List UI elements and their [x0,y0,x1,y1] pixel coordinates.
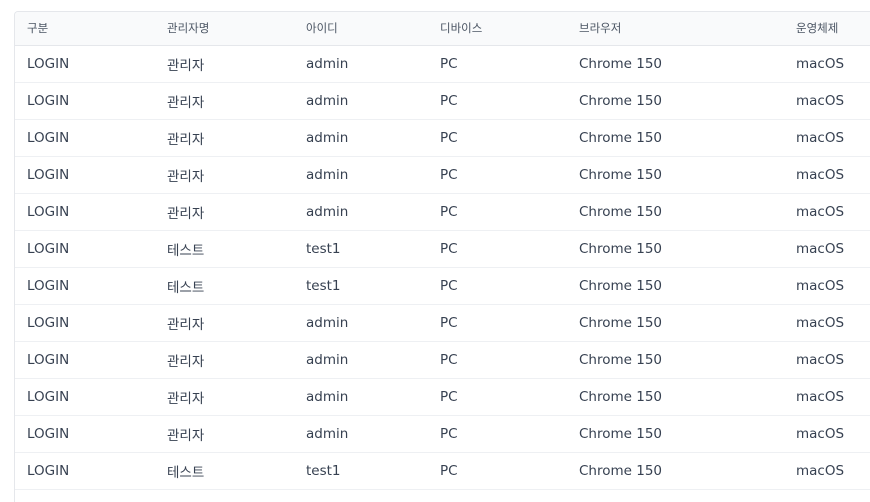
cell-user-id: admin [294,341,428,379]
cell-type: LOGIN [15,193,155,231]
cell-type: LOGIN [15,452,155,490]
cell-browser: Chrome 150 [567,378,784,416]
cell-admin-name: 관리자 [155,82,294,120]
cell-admin-name: 관리자 [155,304,294,342]
cell-type: LOGIN [15,378,155,416]
cell-browser: Chrome 150 [567,452,784,490]
cell-os: macOS [784,156,870,194]
table-row[interactable]: LOGIN 관리자 admin PC Chrome 150 macOS [15,82,870,120]
table-row[interactable]: LOGIN 관리자 admin PC Chrome 150 macOS [15,156,870,194]
cell-user-id: admin [294,193,428,231]
cell-user-id: test1 [294,452,428,490]
cell-device: PC [428,156,567,194]
cell-device: PC [428,452,567,490]
column-header-admin-name: 관리자명 [155,12,294,46]
cell-type: LOGIN [15,45,155,83]
cell-type: LOGIN [15,82,155,120]
cell-device: PC [428,304,567,342]
cell-admin-name: 관리자 [155,119,294,157]
login-history-table: 구분 관리자명 아이디 디바이스 브라우저 운영체제 LOGIN 관리자 admin… [15,12,870,490]
cell-type: LOGIN [15,341,155,379]
table-row[interactable]: LOGIN 관리자 admin PC Chrome 150 macOS [15,341,870,379]
cell-admin-name: 관리자 [155,341,294,379]
cell-browser: Chrome 150 [567,45,784,83]
cell-browser: Chrome 150 [567,82,784,120]
cell-admin-name: 관리자 [155,156,294,194]
cell-os: macOS [784,378,870,416]
column-header-type: 구분 [15,12,155,46]
cell-type: LOGIN [15,230,155,268]
cell-os: macOS [784,304,870,342]
cell-os: macOS [784,119,870,157]
cell-os: macOS [784,45,870,83]
table-row[interactable]: LOGIN 관리자 admin PC Chrome 150 macOS [15,119,870,157]
table-row[interactable]: LOGIN 관리자 admin PC Chrome 150 macOS [15,304,870,342]
cell-user-id: admin [294,378,428,416]
cell-admin-name: 테스트 [155,452,294,490]
cell-browser: Chrome 150 [567,193,784,231]
cell-type: LOGIN [15,304,155,342]
column-header-os: 운영체제 [784,12,870,46]
cell-admin-name: 관리자 [155,193,294,231]
column-header-device: 디바이스 [428,12,567,46]
column-header-user-id: 아이디 [294,12,428,46]
cell-user-id: admin [294,45,428,83]
cell-user-id: test1 [294,230,428,268]
cell-os: macOS [784,452,870,490]
cell-user-id: admin [294,119,428,157]
cell-admin-name: 테스트 [155,230,294,268]
table-row[interactable]: LOGIN 관리자 admin PC Chrome 150 macOS [15,378,870,416]
cell-device: PC [428,378,567,416]
cell-device: PC [428,82,567,120]
cell-type: LOGIN [15,119,155,157]
cell-os: macOS [784,193,870,231]
cell-type: LOGIN [15,415,155,453]
cell-user-id: admin [294,415,428,453]
cell-device: PC [428,230,567,268]
table-row[interactable]: LOGIN 관리자 admin PC Chrome 150 macOS [15,45,870,83]
cell-device: PC [428,119,567,157]
cell-browser: Chrome 150 [567,267,784,305]
cell-browser: Chrome 150 [567,415,784,453]
cell-user-id: admin [294,82,428,120]
cell-browser: Chrome 150 [567,156,784,194]
table-row[interactable]: LOGIN 관리자 admin PC Chrome 150 macOS [15,193,870,231]
cell-device: PC [428,267,567,305]
cell-type: LOGIN [15,156,155,194]
table-header: 구분 관리자명 아이디 디바이스 브라우저 운영체제 [15,12,870,46]
cell-device: PC [428,45,567,83]
cell-user-id: admin [294,156,428,194]
cell-user-id: admin [294,304,428,342]
table-header-row: 구분 관리자명 아이디 디바이스 브라우저 운영체제 [15,12,870,46]
cell-user-id: test1 [294,267,428,305]
cell-device: PC [428,341,567,379]
cell-type: LOGIN [15,267,155,305]
cell-device: PC [428,193,567,231]
cell-admin-name: 관리자 [155,415,294,453]
table-row[interactable]: LOGIN 테스트 test1 PC Chrome 150 macOS [15,452,870,490]
cell-admin-name: 관리자 [155,378,294,416]
table-row[interactable]: LOGIN 관리자 admin PC Chrome 150 macOS [15,415,870,453]
cell-os: macOS [784,230,870,268]
cell-admin-name: 관리자 [155,45,294,83]
cell-device: PC [428,415,567,453]
column-header-browser: 브라우저 [567,12,784,46]
cell-browser: Chrome 150 [567,119,784,157]
cell-browser: Chrome 150 [567,230,784,268]
cell-os: macOS [784,82,870,120]
table-body: LOGIN 관리자 admin PC Chrome 150 macOS LOGIN 관리자 ad… [15,45,870,490]
cell-browser: Chrome 150 [567,341,784,379]
cell-admin-name: 테스트 [155,267,294,305]
cell-os: macOS [784,267,870,305]
login-history-table-container: 구분 관리자명 아이디 디바이스 브라우저 운영체제 LOGIN 관리자 admin… [14,11,870,502]
table-row[interactable]: LOGIN 테스트 test1 PC Chrome 150 macOS [15,267,870,305]
table-row[interactable]: LOGIN 테스트 test1 PC Chrome 150 macOS [15,230,870,268]
cell-os: macOS [784,415,870,453]
cell-os: macOS [784,341,870,379]
cell-browser: Chrome 150 [567,304,784,342]
